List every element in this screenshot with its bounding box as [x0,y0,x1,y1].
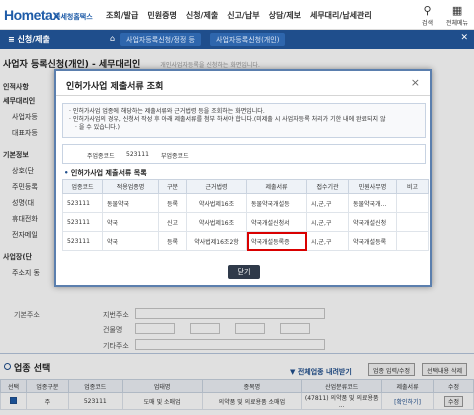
sub-code-label: 부업종코드 [161,153,189,160]
doc-cell-agency: 시,군,구 [306,212,349,232]
industry-code-box: 주업종코드 523111 부업종코드 [62,144,426,164]
logo-subtext: 국세청홈택스 [54,13,93,21]
nav-item-inquiry[interactable]: 조회/발급 [106,10,138,21]
top-header: Hometax 국세청홈택스 조회/발급 민원증명 신청/제출 신고/납부 상담… [0,0,474,30]
doc-col-documents: 제출서류 [246,179,307,194]
doc-cell-law: 약사법제16조2항 [186,231,247,251]
doc-col-law: 근거법령 [186,179,247,194]
modal-divider [56,95,430,96]
modal-guide-box: 인허가사업 업종에 해당하는 제출서류와 근거법령 등을 조회하는 화면입니다.… [62,103,426,138]
all-menu-button[interactable]: ▦ 전체메뉴 [446,4,468,27]
doc-col-note: 비고 [396,179,429,194]
close-icon[interactable]: × [411,76,420,89]
logo-text: Hometax [4,7,60,23]
doc-col-civil-affair: 민원사무명 [348,179,397,194]
doc-cell-type: 등록 [158,193,187,213]
doc-col-agency: 접수기관 [306,179,349,194]
tab-individual-registration[interactable]: 사업자등록신청(개인) [210,33,286,46]
doc-cell-type: 등록 [158,231,187,251]
nav-item-report[interactable]: 신고/납부 [227,10,259,21]
doc-cell-type: 신고 [158,212,187,232]
doc-cell-civil-affair: 약국개설신청 [348,212,397,232]
home-icon[interactable]: ⌂ [110,34,115,43]
global-nav: 조회/발급 민원증명 신청/제출 신고/납부 상담/제보 세무대리/납세관리 [106,10,372,21]
sub-navigation-bar: ≡ 신청/제출 ⌂ 사업자등록신청/정정 등 사업자등록신청(개인) ✕ [0,30,474,49]
doc-col-code: 업종코드 [62,179,103,194]
nav-item-certificate[interactable]: 민원증명 [147,10,176,21]
grid-icon: ▦ [451,4,463,17]
table-row: 523111 약국 신고 약사법제16조 약국개설신청서 시,군,구 약국개설신… [62,212,429,232]
table-row: 523111 약국 등록 약사법제16조2항 약국개설등록증 시,군,구 약국개… [62,231,429,251]
menu-toggle[interactable]: ≡ 신청/제출 [8,34,50,45]
documents-table: 업종코드 적용업종명 구분 근거법령 제출서류 접수기관 민원사무명 비고 52… [62,179,429,251]
main-code-label: 주업종코드 [87,153,115,160]
nav-item-tax-agent[interactable]: 세무대리/납세관리 [310,10,372,21]
close-all-tabs-icon[interactable]: ✕ [460,33,468,43]
documents-list-title: 인허가사업 제출서류 목록 [64,168,147,178]
nav-item-apply[interactable]: 신청/제출 [186,10,218,21]
doc-cell-law: 약사법제16조 [186,212,247,232]
search-label: 검색 [422,20,434,27]
license-documents-modal: 인허가사업 제출서류 조회 × 인허가사업 업종에 해당하는 제출서류와 근거법… [54,69,432,287]
modal-close-button[interactable]: 닫기 [228,265,260,279]
doc-cell-code: 523111 [62,212,103,232]
doc-cell-industry: 약국 [102,231,159,251]
doc-cell-documents: 동물약국개설등 [246,193,307,213]
guide-line-1: 인허가사업 업종에 해당하는 제출서류와 근거법령 등을 조회하는 화면입니다. [69,108,419,116]
doc-cell-code: 523111 [62,231,103,251]
doc-cell-agency: 시,군,구 [306,231,349,251]
main-code-value: 523111 [126,151,149,158]
doc-cell-agency: 시,군,구 [306,193,349,213]
doc-cell-documents-highlighted: 약국개설등록증 [246,231,307,251]
guide-line-2: 인허가사업의 경우, 신청서 작성 후 아래 제출서류를 첨부 하셔야 합니다.… [69,116,419,124]
doc-col-industry: 적용업종명 [102,179,159,194]
doc-cell-industry: 동물약국 [102,193,159,213]
doc-cell-documents: 약국개설신청서 [246,212,307,232]
all-menu-label: 전체메뉴 [446,20,469,27]
tab-business-registration[interactable]: 사업자등록신청/정정 등 [120,33,201,46]
hometax-logo[interactable]: Hometax 국세청홈택스 [4,3,96,27]
doc-cell-law: 약사법제16조 [186,193,247,213]
doc-cell-code: 523111 [62,193,103,213]
doc-cell-civil-affair: 동물약국개... [348,193,397,213]
documents-table-header: 업종코드 적용업종명 구분 근거법령 제출서류 접수기관 민원사무명 비고 [62,179,429,194]
doc-col-type: 구분 [158,179,187,194]
table-row: 523111 동물약국 등록 약사법제16조 동물약국개설등 시,군,구 동물약… [62,193,429,213]
nav-item-consult[interactable]: 상담/제보 [269,10,301,21]
modal-title: 인허가사업 제출서류 조회 [66,82,164,92]
search-button[interactable]: ⚲ 검색 [422,4,433,27]
search-icon: ⚲ [423,4,432,17]
doc-cell-note [396,231,429,251]
doc-cell-note [396,212,429,232]
doc-cell-industry: 약국 [102,212,159,232]
menu-label: 신청/제출 [17,35,50,44]
doc-cell-note [396,193,429,213]
doc-cell-civil-affair: 약국개설등록 [348,231,397,251]
guide-line-3: 을 수 있습니다.) [69,124,419,132]
